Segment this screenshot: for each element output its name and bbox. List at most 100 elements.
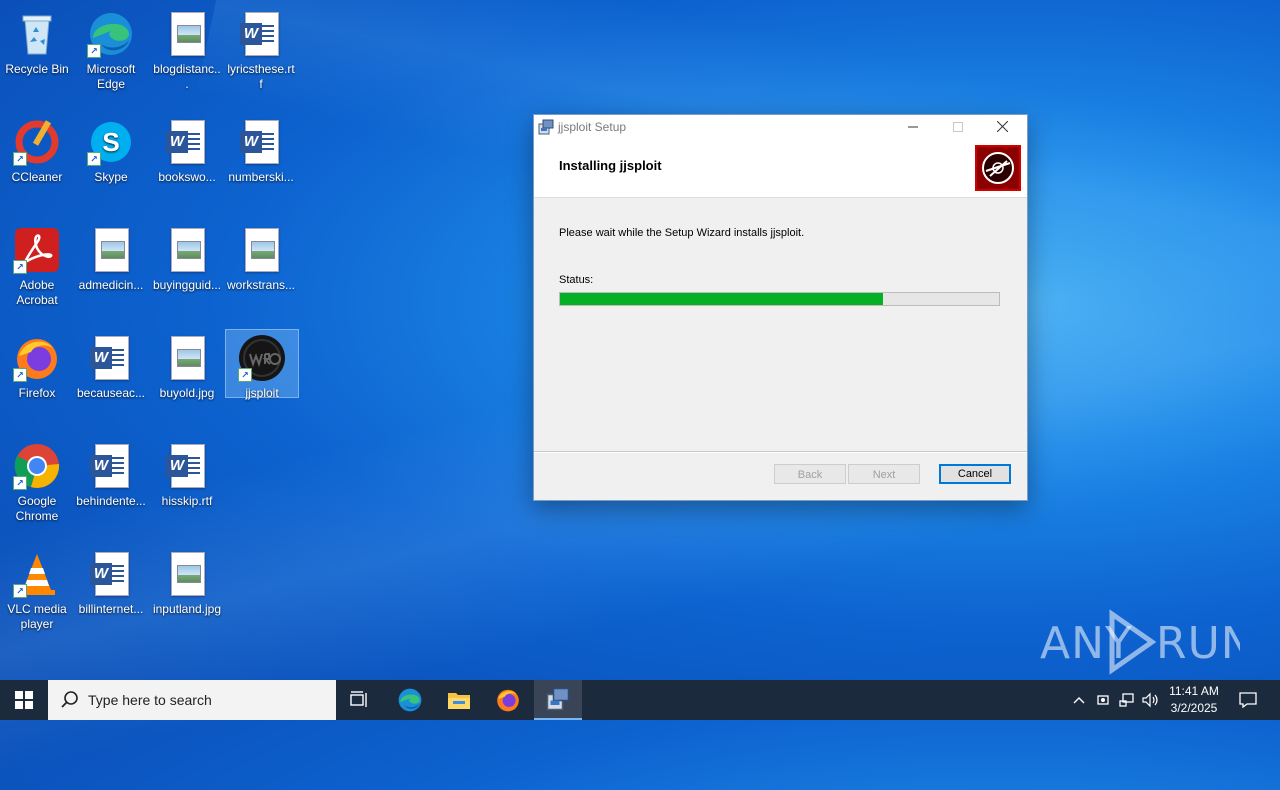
desktop-icon-microsoft-edge[interactable]: ↗ Microsoft Edge bbox=[74, 6, 148, 92]
word-document-icon: W bbox=[87, 334, 135, 382]
taskbar-edge[interactable] bbox=[386, 680, 434, 720]
image-file-icon bbox=[163, 226, 211, 274]
header-title: Installing jjsploit bbox=[559, 158, 662, 173]
desktop-icon-behindente[interactable]: W behindente... bbox=[74, 438, 148, 509]
shortcut-arrow-icon: ↗ bbox=[13, 584, 27, 598]
tray-volume-icon[interactable] bbox=[1140, 680, 1162, 720]
wizard-header: Installing jjsploit bbox=[534, 139, 1027, 198]
ccleaner-icon: ↗ bbox=[13, 118, 61, 166]
word-document-icon: W bbox=[87, 550, 135, 598]
search-placeholder: Type here to search bbox=[88, 692, 212, 708]
cancel-button[interactable]: Cancel bbox=[939, 464, 1011, 484]
skype-icon: S ↗ bbox=[87, 118, 135, 166]
firefox-icon bbox=[497, 689, 519, 712]
action-center-button[interactable] bbox=[1234, 680, 1262, 720]
clock-date: 3/2/2025 bbox=[1170, 701, 1218, 715]
edge-icon: ↗ bbox=[87, 10, 135, 58]
desktop-icon-ccleaner[interactable]: ↗ CCleaner bbox=[0, 114, 74, 185]
close-button[interactable] bbox=[980, 115, 1025, 139]
taskbar-clock[interactable]: 11:41 AM 3/2/2025 bbox=[1162, 683, 1226, 717]
footer-divider bbox=[534, 451, 1027, 453]
desktop-icon-label: lyricsthese.rtf bbox=[227, 62, 295, 91]
desktop-icon-inputland[interactable]: inputland.jpg bbox=[150, 546, 224, 617]
start-button[interactable] bbox=[0, 680, 48, 720]
desktop-icon-label: Skype bbox=[94, 170, 128, 184]
task-view-button[interactable] bbox=[336, 680, 384, 720]
desktop-icon-becauseac[interactable]: W becauseac... bbox=[74, 330, 148, 401]
desktop-icon-admedicin[interactable]: admedicin... bbox=[74, 222, 148, 293]
desktop-icon-label: becauseac... bbox=[76, 386, 146, 400]
image-file-icon bbox=[163, 550, 211, 598]
desktop-icon-bookswo[interactable]: W bookswo... bbox=[150, 114, 224, 185]
image-file-icon bbox=[237, 226, 285, 274]
image-file-icon bbox=[87, 226, 135, 274]
taskbar-firefox[interactable] bbox=[484, 680, 532, 720]
word-document-icon: W bbox=[87, 442, 135, 490]
desktop-icon-recycle-bin[interactable]: Recycle Bin bbox=[0, 6, 74, 77]
desktop-icon-label: CCleaner bbox=[11, 170, 63, 184]
tray-network-icon[interactable] bbox=[1116, 680, 1138, 720]
minimize-button[interactable] bbox=[890, 115, 935, 139]
desktop-icon-numberski[interactable]: W numberski... bbox=[224, 114, 298, 185]
google-chrome-icon: ↗ bbox=[13, 442, 61, 490]
firefox-icon: ↗ bbox=[13, 334, 61, 382]
desktop-icon-label: Firefox bbox=[18, 386, 56, 400]
desktop-icon-jjsploit[interactable]: ↗ jjsploit bbox=[225, 329, 299, 400]
close-icon bbox=[996, 120, 1009, 133]
desktop-icon-label: inputland.jpg bbox=[152, 602, 222, 616]
shortcut-arrow-icon: ↗ bbox=[87, 44, 101, 58]
desktop-icon-workstrans[interactable]: workstrans... bbox=[224, 222, 298, 293]
notification-icon bbox=[1239, 692, 1257, 708]
task-view-icon bbox=[350, 691, 367, 707]
shortcut-arrow-icon: ↗ bbox=[13, 368, 27, 382]
next-button[interactable]: Next bbox=[848, 464, 920, 484]
setup-app-icon bbox=[546, 687, 570, 711]
windows-logo-icon bbox=[15, 691, 33, 709]
device-icon bbox=[1097, 695, 1109, 705]
desktop-icon-lyricsthese[interactable]: W lyricsthese.rtf bbox=[224, 6, 298, 92]
desktop-icon-label: jjsploit bbox=[245, 386, 279, 400]
desktop-icon-adobe-acrobat[interactable]: ↗ Adobe Acrobat bbox=[0, 222, 74, 308]
desktop-icon-label: behindente... bbox=[76, 494, 146, 508]
back-button[interactable]: Back bbox=[774, 464, 846, 484]
desktop-icon-label: Google Chrome bbox=[15, 494, 59, 523]
desktop-icon-label: admedicin... bbox=[78, 278, 144, 292]
svg-text:ANY: ANY bbox=[1040, 618, 1133, 669]
taskbar-jjsploit-setup[interactable] bbox=[534, 680, 582, 720]
tray-device-icon[interactable] bbox=[1092, 680, 1114, 720]
desktop-icon-label: Adobe Acrobat bbox=[16, 278, 58, 307]
vlc-cone-icon: ↗ bbox=[13, 550, 61, 598]
desktop-icon-label: workstrans... bbox=[226, 278, 295, 292]
setup-window[interactable]: jjsploit Setup Installing jjsploit Pleas… bbox=[533, 114, 1028, 501]
jjsploit-icon: ↗ bbox=[238, 334, 286, 382]
shortcut-arrow-icon: ↗ bbox=[238, 368, 252, 382]
desktop-icon-vlc[interactable]: ↗ VLC media player bbox=[0, 546, 74, 632]
word-document-icon: W bbox=[163, 118, 211, 166]
maximize-icon bbox=[952, 122, 963, 132]
desktop-icon-hisskip[interactable]: W hisskip.rtf bbox=[150, 438, 224, 509]
jjsploit-logo-icon bbox=[975, 145, 1021, 191]
window-titlebar[interactable]: jjsploit Setup bbox=[534, 115, 1027, 139]
desktop-icon-skype[interactable]: S ↗ Skype bbox=[74, 114, 148, 185]
desktop-icon-buyingguid[interactable]: buyingguid... bbox=[150, 222, 224, 293]
desktop-icon-label: buyold.jpg bbox=[159, 386, 215, 400]
desktop-icon-google-chrome[interactable]: ↗ Google Chrome bbox=[0, 438, 74, 524]
word-document-icon: W bbox=[237, 118, 285, 166]
taskbar-file-explorer[interactable] bbox=[435, 680, 483, 720]
desktop-icon-label: numberski... bbox=[228, 170, 294, 184]
search-icon bbox=[60, 690, 80, 715]
show-hidden-icons-button[interactable] bbox=[1068, 680, 1090, 720]
desktop-icon-firefox[interactable]: ↗ Firefox bbox=[0, 330, 74, 401]
minimize-icon bbox=[907, 126, 918, 128]
taskbar-search-box[interactable]: Type here to search bbox=[48, 680, 336, 720]
word-document-icon: W bbox=[237, 10, 285, 58]
progress-fill bbox=[560, 293, 883, 305]
desktop-icon-label: billinternet... bbox=[78, 602, 144, 616]
shortcut-arrow-icon: ↗ bbox=[13, 476, 27, 490]
desktop-icon-buyold[interactable]: buyold.jpg bbox=[150, 330, 224, 401]
desktop-icon-blogdistanc[interactable]: blogdistanc... bbox=[150, 6, 224, 92]
folder-icon bbox=[448, 693, 470, 709]
setup-app-icon bbox=[538, 119, 554, 135]
desktop-icon-billinternet[interactable]: W billinternet... bbox=[74, 546, 148, 617]
volume-icon bbox=[1142, 692, 1158, 708]
